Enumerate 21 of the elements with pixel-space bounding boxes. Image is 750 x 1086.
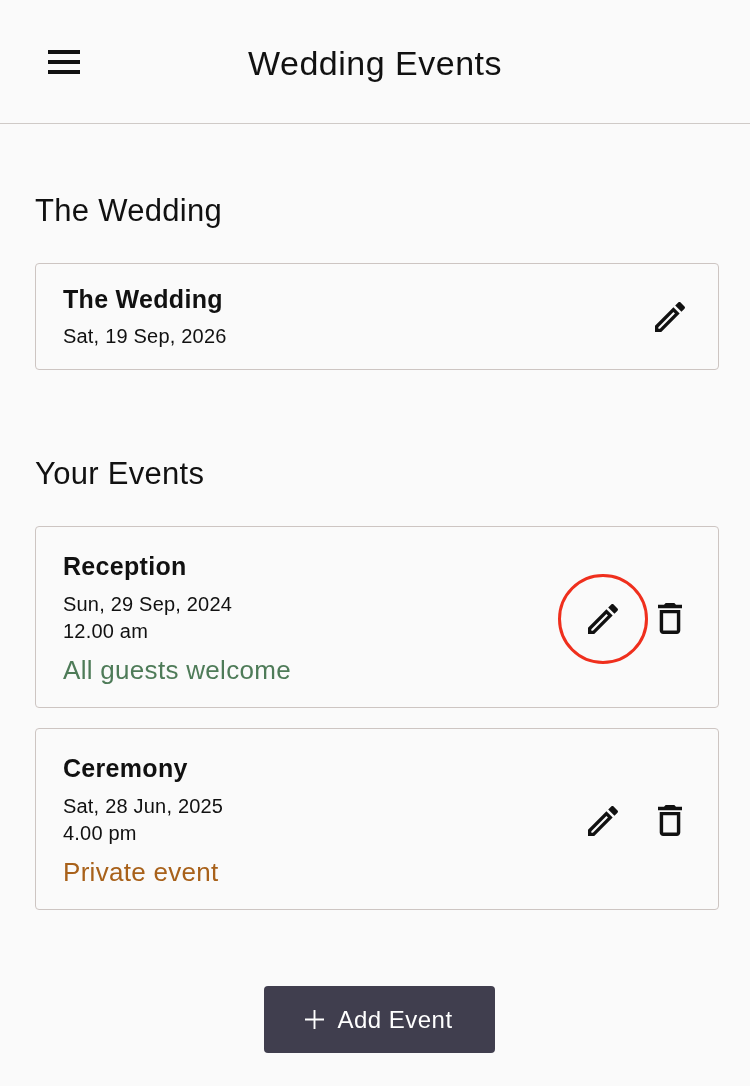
event-date: Sat, 28 Jun, 2025 [63, 794, 224, 819]
event-date: Sat, 19 Sep, 2026 [63, 324, 227, 349]
access-status: Private event [63, 856, 220, 889]
event-time: 12.00 am [63, 619, 149, 644]
pencil-icon [655, 301, 685, 332]
event-date: Sun, 29 Sep, 2024 [63, 592, 234, 617]
trash-icon [658, 603, 682, 634]
add-event-button[interactable]: Add Event [263, 986, 495, 1053]
section-heading: Your Events [35, 456, 206, 492]
event-name: Ceremony [63, 753, 189, 784]
menu-icon [48, 49, 80, 74]
pencil-icon [588, 805, 618, 836]
access-status: All guests welcome [63, 654, 291, 687]
pencil-icon [588, 603, 618, 634]
trash-icon [658, 805, 682, 836]
section-heading: The Wedding [35, 193, 224, 229]
app-title: Wedding Events [248, 42, 502, 83]
event-name: Reception [63, 551, 188, 582]
event-name: The Wedding [63, 284, 224, 315]
event-time: 4.00 pm [63, 821, 138, 846]
plus-icon [305, 1010, 325, 1029]
